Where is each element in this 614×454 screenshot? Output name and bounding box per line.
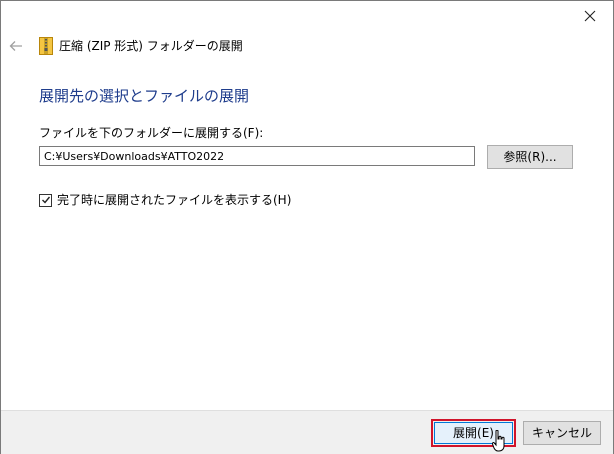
destination-path-input[interactable] [39,146,475,166]
mouse-cursor-icon [492,430,505,452]
dialog-title: 圧縮 (ZIP 形式) フォルダーの展開 [59,39,243,53]
show-files-checkbox[interactable] [39,193,52,207]
zip-folder-icon [39,37,53,55]
back-button[interactable] [7,37,25,55]
browse-button[interactable]: 参照(R)... [487,145,573,169]
close-icon [584,10,596,22]
show-files-option[interactable]: 完了時に展開されたファイルを表示する(H) [39,192,291,208]
cancel-button[interactable]: キャンセル [523,421,601,445]
back-arrow-icon [9,41,22,51]
checkmark-icon [41,196,50,204]
destination-label: ファイルを下のフォルダーに展開する(F): [39,126,264,140]
page-heading: 展開先の選択とファイルの展開 [39,87,250,105]
show-files-label: 完了時に展開されたファイルを表示する(H) [57,193,292,207]
dialog-footer: 展開(E) キャンセル [1,410,613,454]
close-button[interactable] [567,1,613,31]
extract-dialog-window: 圧縮 (ZIP 形式) フォルダーの展開 展開先の選択とファイルの展開 ファイル… [0,0,614,454]
dialog-header: 圧縮 (ZIP 形式) フォルダーの展開 [1,31,613,61]
